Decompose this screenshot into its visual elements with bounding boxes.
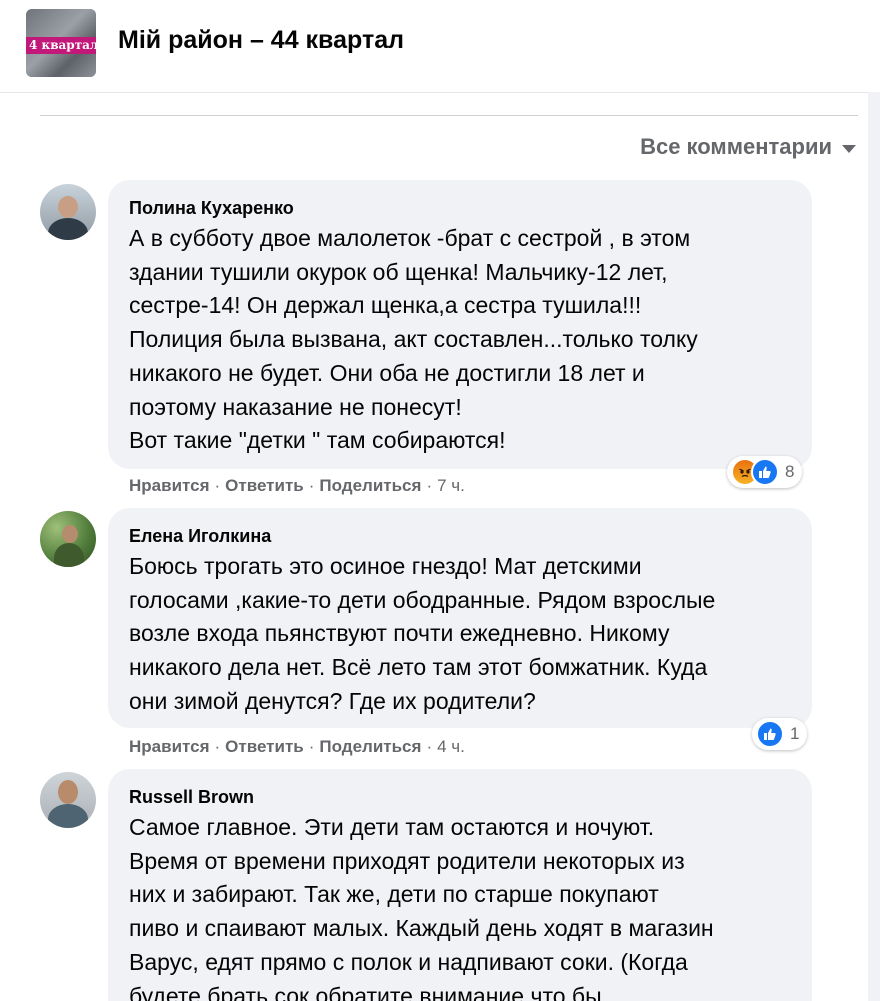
avatar-head xyxy=(58,780,78,804)
comment-text-line: Время от времени приходят родители некот… xyxy=(129,847,685,874)
comment-text-line: пиво и спаивают малых. Каждый день ходят… xyxy=(129,915,714,942)
comment-actions: Нравится · Ответить · Поделиться · 4 ч. xyxy=(129,737,465,757)
comment-filter-dropdown[interactable]: Все комментарии xyxy=(640,134,856,160)
comment-text: А в субботу двое малолеток -брат с сестр… xyxy=(129,222,792,458)
thumbnail-label: 4 квартал xyxy=(26,37,96,54)
reaction-count: 1 xyxy=(790,724,800,743)
page-side-strip xyxy=(868,92,880,1001)
reaction-summary[interactable]: 8 xyxy=(727,456,803,488)
comment-text-line: Самое главное. Эти дети там остаются и н… xyxy=(129,814,655,840)
comment-text-line: голосами ,какие-то дети ободранные. Рядо… xyxy=(129,586,716,613)
comment-timestamp[interactable]: 7 ч. xyxy=(437,476,465,495)
like-icon xyxy=(751,458,779,486)
like-button[interactable]: Нравится xyxy=(129,737,210,756)
like-icon xyxy=(756,720,784,748)
comment-text-line: Полиция была вызвана, акт составлен...то… xyxy=(129,326,698,353)
comment-text: Самое главное. Эти дети там остаются и н… xyxy=(129,811,792,1001)
comment-text-line: А в субботу двое малолеток -брат с сестр… xyxy=(129,225,691,251)
comment-author[interactable]: Russell Brown xyxy=(129,787,792,808)
separator-dot: · xyxy=(214,476,221,495)
comment-text-line: Варус, едят прямо с полок и надпивают со… xyxy=(129,948,688,975)
reply-button[interactable]: Ответить xyxy=(225,476,304,495)
comment-bubble: Полина Кухаренко А в субботу двое малоле… xyxy=(108,180,812,469)
avatar[interactable] xyxy=(40,184,96,240)
comment-filter-label: Все комментарии xyxy=(640,134,832,159)
comment-text-line: никакого дела нет. Всё лето там этот бом… xyxy=(129,654,708,681)
separator-dot: · xyxy=(214,737,221,756)
share-button[interactable]: Поделиться xyxy=(319,476,421,495)
comment-text-line: Вот такие "детки " там собираются! xyxy=(129,427,506,454)
comment-text-line: них и забирают. Так же, дети по старше п… xyxy=(129,881,659,908)
avatar[interactable] xyxy=(40,511,96,567)
comment-text-line: будете брать сок обратите внимание что б… xyxy=(129,982,602,1001)
comment-text-line: поэтому наказание не понесут! xyxy=(129,393,462,420)
share-button[interactable]: Поделиться xyxy=(319,737,421,756)
reaction-summary[interactable]: 1 xyxy=(752,718,808,750)
separator-dot: · xyxy=(308,476,315,495)
comment-author[interactable]: Елена Иголкина xyxy=(129,526,792,547)
avatar-body xyxy=(48,218,88,240)
avatar-body xyxy=(48,804,88,828)
comment-text-line: они зимой денутся? Где их родители? xyxy=(129,687,536,714)
like-button[interactable]: Нравится xyxy=(129,476,210,495)
divider xyxy=(40,115,858,116)
reply-button[interactable]: Ответить xyxy=(225,737,304,756)
reaction-count: 8 xyxy=(785,462,795,481)
separator-dot: · xyxy=(308,737,315,756)
group-thumbnail[interactable]: 4 квартал xyxy=(26,9,96,77)
group-name[interactable]: Мій район – 44 квартал xyxy=(118,26,404,55)
caret-down-icon xyxy=(842,144,856,153)
comment-text-line: сестре-14! Он держал щенка,а сестра туши… xyxy=(129,292,642,319)
comment-author[interactable]: Полина Кухаренко xyxy=(129,198,792,219)
comment-text-line: Боюсь трогать это осиное гнездо! Мат дет… xyxy=(129,553,642,579)
comment-text-line: никакого не будет. Они оба не достигли 1… xyxy=(129,359,645,386)
avatar[interactable] xyxy=(40,772,96,828)
comment-text: Боюсь трогать это осиное гнездо! Мат дет… xyxy=(129,550,792,719)
comment-bubble: Елена Иголкина Боюсь трогать это осиное … xyxy=(108,508,812,728)
avatar-head xyxy=(62,525,78,543)
comment-actions: Нравится · Ответить · Поделиться · 7 ч. xyxy=(129,476,465,496)
avatar-body xyxy=(54,543,84,567)
comment-bubble: Russell Brown Самое главное. Эти дети та… xyxy=(108,769,812,1001)
comment-text-line: возле входа пьянствуют почти ежедневно. … xyxy=(129,620,670,647)
group-header: 4 квартал Мій район – 44 квартал xyxy=(0,0,880,93)
separator-dot: · xyxy=(426,737,433,756)
comment-timestamp[interactable]: 4 ч. xyxy=(437,737,465,756)
avatar-head xyxy=(58,196,78,218)
separator-dot: · xyxy=(426,476,433,495)
comments-page: 4 квартал Мій район – 44 квартал Все ком… xyxy=(0,0,880,1001)
comment-text-line: здании тушили окурок об щенка! Мальчику-… xyxy=(129,258,668,285)
